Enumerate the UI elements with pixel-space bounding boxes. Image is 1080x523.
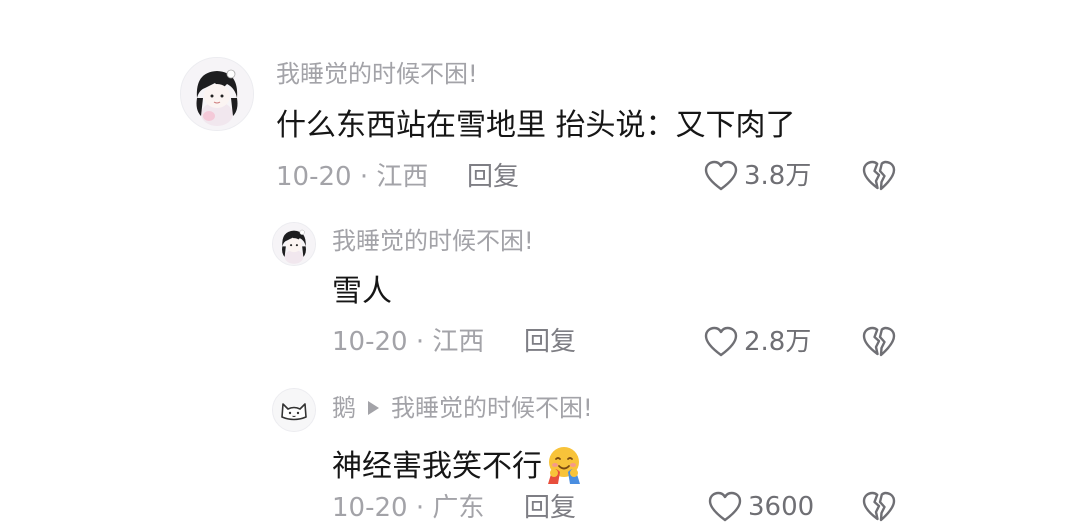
reply-arrow-icon — [368, 401, 379, 415]
dislike-button[interactable] — [862, 491, 896, 523]
reply-username[interactable]: 鹅 — [332, 394, 356, 422]
reply-button[interactable]: 回复 — [524, 495, 576, 521]
reply-content: 神经害我笑不行 — [332, 444, 584, 484]
user-avatar[interactable] — [272, 388, 316, 432]
reply-username-line: 鹅 我睡觉的时候不困! — [332, 396, 593, 420]
heart-icon — [708, 491, 742, 522]
reply-text: 神经害我笑不行 — [332, 449, 542, 484]
cat-avatar-icon — [273, 389, 315, 431]
like-count: 3600 — [748, 492, 815, 522]
reply-item: 鹅 我睡觉的时候不困! 神经害我笑不行 10-20 · 广东 回复 3600 — [0, 0, 1080, 522]
like-button[interactable]: 3600 — [708, 491, 814, 523]
hug-emoji-icon — [548, 447, 580, 484]
broken-heart-icon — [862, 491, 896, 522]
reply-target-username[interactable]: 我睡觉的时候不困! — [391, 394, 593, 422]
reply-meta: 10-20 · 广东 — [332, 493, 485, 523]
